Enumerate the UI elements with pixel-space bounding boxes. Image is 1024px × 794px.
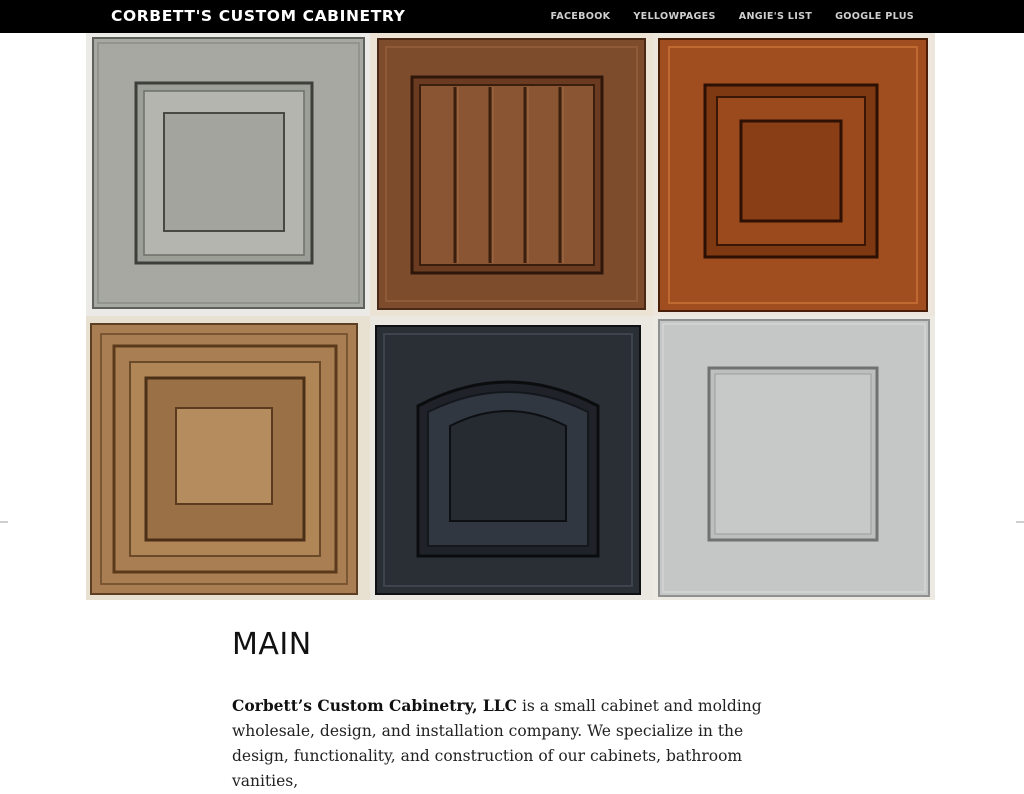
nav-link-angies-list[interactable]: ANGIE'S LIST [739,11,812,22]
right-edge-mark [1016,521,1024,523]
site-title[interactable]: CORBETT'S CUSTOM CABINETRY [111,7,405,25]
company-name: Corbett’s Custom Cabinetry, LLC [232,696,518,715]
door-cherry-raised-panel [653,33,935,316]
nav-link-google-plus[interactable]: GOOGLE PLUS [835,11,914,22]
page-heading: MAIN [232,627,312,662]
door-natural-raised-panel [86,316,370,600]
intro-paragraph: Corbett’s Custom Cabinetry, LLC is a sma… [232,693,772,794]
left-edge-mark [0,521,8,523]
door-black-arched [370,316,653,600]
top-bar: CORBETT'S CUSTOM CABINETRY FACEBOOK YELL… [0,0,1024,33]
top-nav: FACEBOOK YELLOWPAGES ANGIE'S LIST GOOGLE… [550,11,914,22]
door-beadboard-wood [370,33,653,316]
hero-cabinet-doors-image [86,33,935,600]
door-light-gray-shaker [653,316,935,600]
nav-link-facebook[interactable]: FACEBOOK [550,11,610,22]
door-gray-raised-panel [86,33,370,316]
nav-link-yellowpages[interactable]: YELLOWPAGES [633,11,715,22]
